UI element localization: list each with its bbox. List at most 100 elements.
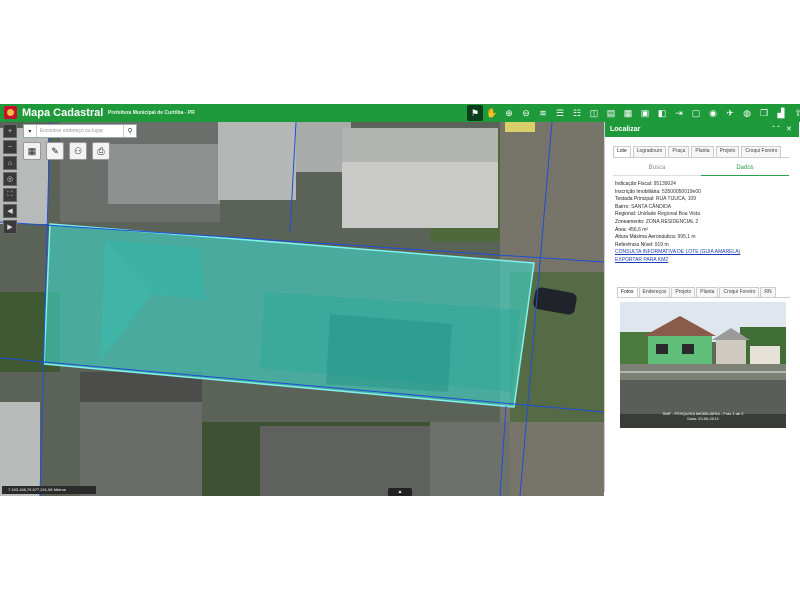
export-icon[interactable]: ⇥: [671, 105, 687, 121]
map-toolbar: ▦ ✎ ⚇ ⎙: [23, 142, 115, 160]
tab-lote[interactable]: Lote: [613, 146, 631, 157]
search-input[interactable]: [36, 126, 124, 136]
info-row: Altura Máxima Aeronáutica: 995,1 m: [615, 234, 791, 242]
home-button[interactable]: ⌂: [3, 156, 17, 170]
parcel-info: Indicação Fiscal: 95139024 Inscrição Imob…: [615, 181, 791, 265]
select-icon[interactable]: ▣: [637, 105, 653, 121]
measure-icon[interactable]: ◫: [586, 105, 602, 121]
tab-projeto[interactable]: Projeto: [715, 146, 740, 157]
globe-icon[interactable]: ◍: [739, 105, 755, 121]
info-row: Zoneamento: ZONA RESIDENCIAL 2: [615, 219, 791, 227]
search-source-dropdown[interactable]: ▾: [24, 125, 37, 137]
info-value: RUA TIJUCA, 109: [654, 196, 697, 203]
photo-tab-projeto[interactable]: Projeto: [671, 287, 696, 297]
locate-button[interactable]: ◎: [3, 172, 17, 186]
pages-icon[interactable]: ❐: [756, 105, 772, 121]
map-view[interactable]: + − ⌂ ◎ ⛶ ◀ ▶ ▾ ⚲ ▦ ✎ ⚇ ⎙ 7.193.166,79 6…: [0, 122, 604, 496]
info-label: Área:: [615, 226, 627, 233]
info-row: Referência Nível: 919 m: [615, 242, 791, 250]
info-label: Indicação Fiscal:: [615, 181, 653, 187]
collapse-icon[interactable]: ⌃⌃: [771, 124, 781, 135]
legend-icon[interactable]: ☷: [569, 105, 585, 121]
print-icon[interactable]: ⎙: [92, 142, 110, 160]
map-search: ▾ ⚲: [23, 124, 137, 138]
export-kmz-link[interactable]: EXPORTAR PARA KMZ: [615, 257, 791, 265]
user-search-icon[interactable]: ⚇: [69, 142, 87, 160]
aerial-imagery: [0, 122, 604, 496]
info-value: 456,6 m²: [626, 226, 649, 233]
photo-tab-rn[interactable]: RN: [760, 287, 776, 297]
subtab-busca[interactable]: Busca: [613, 162, 701, 176]
basemap-gallery-button[interactable]: ▦: [23, 142, 41, 160]
zoom-in-icon[interactable]: ⊕: [501, 105, 517, 121]
frame-icon[interactable]: ▢: [688, 105, 704, 121]
next-extent-button[interactable]: ▶: [3, 220, 17, 234]
tab-pra-a[interactable]: Praça: [668, 146, 690, 157]
header-toolbar: ⚑✋⊕⊖≋☰☷◫▤▦▣◧⇥▢◉✈◍❐▟⇧↗ⓘ: [467, 105, 800, 121]
app-title: Mapa Cadastral: [22, 107, 104, 119]
photo-tab-croqui-foreiro[interactable]: Croqui Foreiro: [719, 287, 760, 297]
tab-planta[interactable]: Planta: [691, 146, 714, 157]
coordinate-readout: 7.193.166,79 677.241,98 Metros: [2, 486, 96, 494]
photo-tab-endere-os[interactable]: Endereços: [638, 287, 671, 297]
zoom-out-icon[interactable]: ⊖: [518, 105, 534, 121]
list-icon[interactable]: ☰: [552, 105, 568, 121]
tab-croqui-foreiro[interactable]: Croqui Foreiro: [741, 146, 782, 157]
house-photo-image: [620, 302, 786, 428]
info-label: Zoneamento:: [615, 218, 645, 225]
split-icon[interactable]: ◧: [654, 105, 670, 121]
building-icon[interactable]: ▟: [773, 105, 789, 121]
info-row: Bairro: SANTA CÂNDIDA: [615, 204, 791, 212]
info-row: Indicação Fiscal: 95139024: [615, 181, 791, 189]
identify-icon[interactable]: ⚑: [467, 105, 483, 121]
panel-title: Localizar: [610, 126, 641, 133]
map-navigation: + − ⌂ ◎ ⛶ ◀ ▶: [3, 124, 17, 236]
zoom-in-button[interactable]: +: [3, 124, 17, 138]
close-icon[interactable]: ✕: [786, 124, 792, 135]
zoom-out-button[interactable]: −: [3, 140, 17, 154]
info-label: Regional:: [615, 211, 637, 218]
table-icon[interactable]: ▦: [620, 105, 636, 121]
info-value: 919 m: [653, 241, 669, 248]
info-label: Testada Principal:: [615, 196, 655, 203]
pin-icon[interactable]: ✈: [722, 105, 738, 121]
location-icon[interactable]: ◉: [705, 105, 721, 121]
photo-tab-fotos[interactable]: Fotos: [617, 287, 638, 297]
curitiba-logo: [4, 106, 17, 119]
info-label: Inscrição Imobiliária:: [615, 188, 661, 195]
tab-logradouro[interactable]: Logradouro: [632, 146, 667, 157]
info-label: Referência Nível:: [615, 241, 654, 248]
upload-icon[interactable]: ⇧: [790, 105, 800, 121]
subtab-dados[interactable]: Dados: [701, 162, 789, 176]
info-value: 995,1 m: [676, 234, 696, 241]
fullscreen-button[interactable]: ⛶: [3, 188, 17, 202]
search-icon[interactable]: ⚲: [123, 125, 136, 137]
app-window: Mapa Cadastral Prefeitura Municipal de C…: [0, 104, 800, 496]
layers-icon[interactable]: ≋: [535, 105, 551, 121]
info-value: ZONA RESIDENCIAL 2: [644, 218, 699, 225]
photo-tab-planta[interactable]: Planta: [696, 287, 719, 297]
info-row: Inscrição Imobiliária: 53500050019e00: [615, 189, 791, 197]
info-value: SANTA CÂNDIDA: [629, 203, 672, 210]
info-value: 53500050019e00: [660, 188, 701, 195]
pan-icon[interactable]: ✋: [484, 105, 500, 121]
panel-header: Localizar ⌃⌃ ✕: [605, 122, 799, 137]
draw-pencil-icon[interactable]: ✎: [46, 142, 64, 160]
info-label: Altura Máxima Aeronáutica:: [615, 234, 677, 241]
info-value: Unidade Regional Boa Vista: [636, 211, 700, 218]
info-row: Testada Principal: RUA TIJUCA, 109: [615, 196, 791, 204]
expand-handle-chevron-up-icon[interactable]: ▲: [388, 488, 412, 496]
street-photo: SMF - PESQUISA IMOBILIÁRIA - Foto 1 de 2…: [620, 302, 786, 428]
app-header: Mapa Cadastral Prefeitura Municipal de C…: [0, 104, 800, 122]
previous-extent-button[interactable]: ◀: [3, 204, 17, 218]
photo-tabs: Fotos Endereços Projeto Planta Croqui Foreir…: [617, 287, 790, 298]
book-icon[interactable]: ▤: [603, 105, 619, 121]
consult-guide-link[interactable]: CONSULTA INFORMATIVA DE LOTE (GUIA AMARE…: [615, 249, 791, 257]
locate-panel: Localizar ⌃⌃ ✕ Lote Logradouro Praça Planta…: [604, 122, 799, 492]
info-label: Bairro:: [615, 203, 630, 210]
app-subtitle: Prefeitura Municipal de Curitiba - PR: [108, 110, 195, 116]
photo-caption: SMF - PESQUISA IMOBILIÁRIA - Foto 1 de 2…: [620, 411, 786, 421]
locate-tabs: Lote Logradouro Praça Planta Projeto Croqui F…: [613, 146, 789, 158]
search-data-tabs: Busca Dados: [613, 162, 789, 176]
info-row: Área: 456,6 m²: [615, 227, 791, 235]
